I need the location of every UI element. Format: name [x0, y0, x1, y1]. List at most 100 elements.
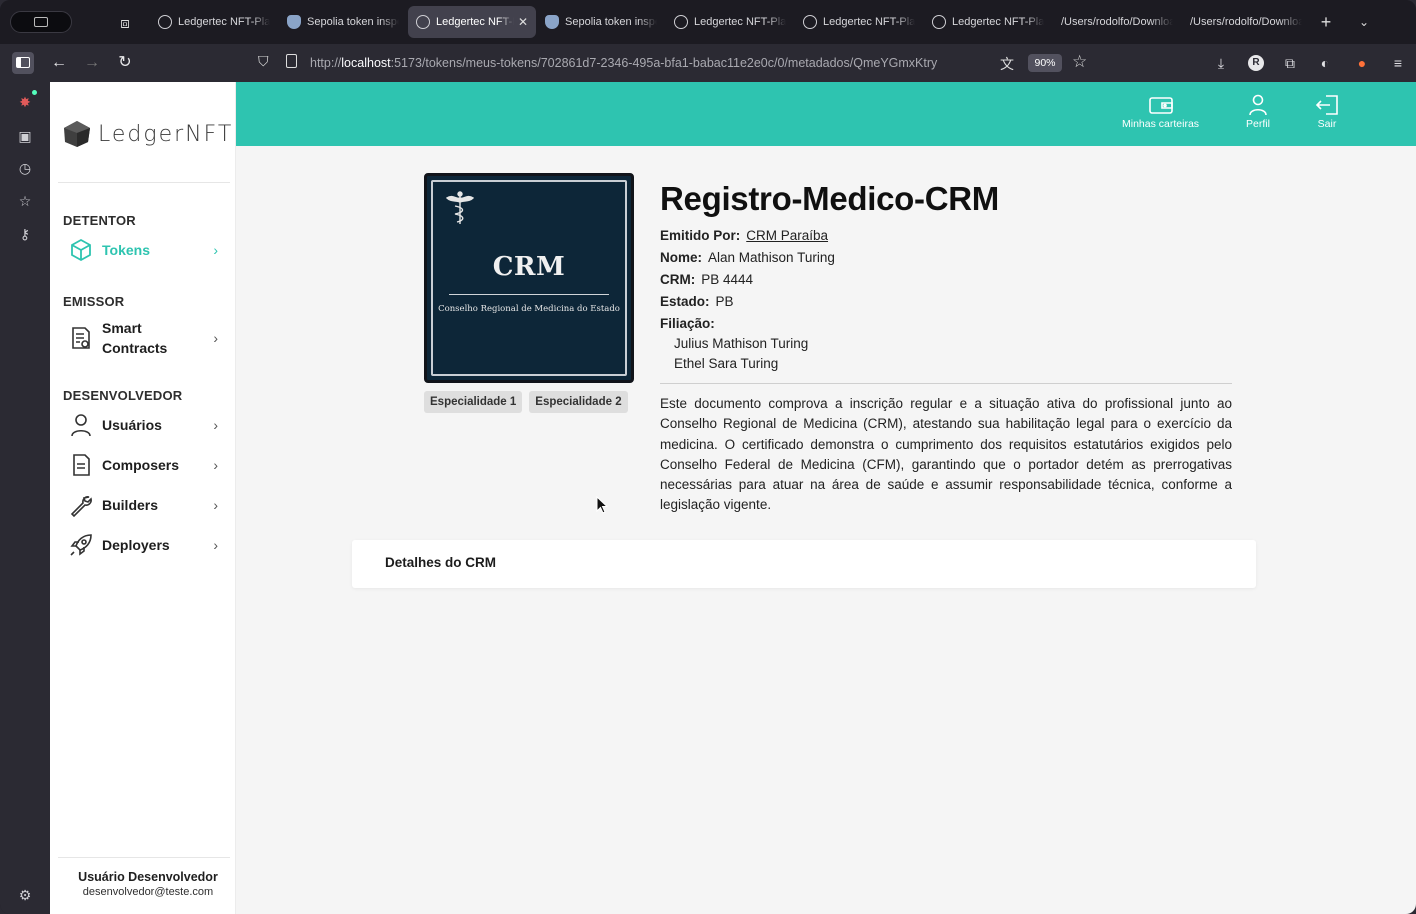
navigation-bar: ← → ↻ ⛉ http://localhost:5173/tokens/meu…: [0, 44, 1416, 82]
download-icon[interactable]: ⤓: [1211, 53, 1231, 73]
tab-title: Sepolia token inspector: [565, 16, 657, 28]
chevron-down-icon[interactable]: ⌄: [1354, 12, 1374, 32]
extensions-icon[interactable]: ⧉: [1280, 53, 1300, 73]
ledger-favicon: [158, 15, 172, 29]
ai-chat-icon[interactable]: ✸: [15, 90, 37, 112]
browser-tab[interactable]: /Users/rodolfo/Downloads: [1182, 6, 1310, 38]
field-value: PB: [715, 294, 734, 309]
details-accordion[interactable]: Detalhes do CRM: [352, 540, 1256, 588]
ledger-favicon: [674, 15, 688, 29]
specialty-tag: Especialidade 1: [424, 391, 523, 413]
chevron-right-icon: ›: [213, 242, 218, 258]
sidebar-toggle-icon[interactable]: [12, 52, 34, 74]
url-bar[interactable]: ⛉ http://localhost:5173/tokens/meus-toke…: [252, 49, 1100, 77]
sidebar-item-builders[interactable]: Builders ›: [68, 492, 218, 518]
specialty-tags: Especialidade 1 Especialidade 2: [424, 391, 635, 413]
browser-sidebar: ✸ ▣ ◷ ☆ ⚷ ⚙: [0, 82, 50, 914]
sepolia-favicon: [287, 15, 301, 29]
tab-overview-icon[interactable]: ⧈: [112, 12, 138, 34]
logo[interactable]: LedgerNFT: [62, 120, 233, 148]
browser-tab[interactable]: Sepolia token inspector: [279, 6, 407, 38]
page-icon: [286, 54, 297, 68]
state-field: Estado: PB: [660, 294, 734, 309]
passwords-icon[interactable]: ⚷: [15, 224, 35, 244]
url-host: localhost: [341, 56, 391, 70]
close-tab-icon[interactable]: ✕: [518, 15, 528, 29]
sidebar-item-smart-contracts[interactable]: Smart Contracts ›: [68, 318, 218, 358]
sidebar-item-usuarios[interactable]: Usuários ›: [68, 412, 218, 438]
caduceus-icon: [445, 191, 475, 224]
user-icon: [71, 414, 91, 437]
synced-tabs-icon[interactable]: ▣: [15, 126, 35, 146]
sidebar-pill-button[interactable]: [10, 11, 72, 33]
profile-button[interactable]: Perfil: [1246, 94, 1270, 130]
certificate-title: CRM: [492, 252, 566, 282]
details-title: Detalhes do CRM: [385, 555, 497, 570]
bookmarks-icon[interactable]: ☆: [15, 191, 35, 211]
browser-tab[interactable]: Ledgertec NFT-Plataforma: [150, 6, 278, 38]
logo-mark-icon: [64, 121, 90, 147]
browser-tab-active[interactable]: Ledgertec NFT-Plataforma ✕: [408, 6, 536, 38]
chevron-right-icon: ›: [213, 330, 218, 346]
certificate-subtitle: Conselho Regional de Medicina do Estado: [438, 304, 620, 314]
history-icon[interactable]: ◷: [15, 158, 35, 178]
sidebar-item-label: Deployers: [102, 537, 170, 553]
browser-tab[interactable]: /Users/rodolfo/Downloads: [1053, 6, 1181, 38]
user-email: desenvolvedor@teste.com: [82, 886, 214, 898]
issuer-field: Emitido Por: CRM Paraíba: [660, 228, 828, 243]
browser-tab[interactable]: Ledgertec NFT-Plataforma: [924, 6, 1052, 38]
settings-gear-icon[interactable]: ⚙: [15, 885, 35, 905]
field-value: PB 4444: [701, 272, 754, 287]
sidebar-item-label: Tokens: [102, 242, 150, 258]
profile-avatar[interactable]: R: [1248, 55, 1264, 71]
token-image[interactable]: CRM Conselho Regional de Medicina do Est…: [424, 173, 634, 383]
divider: [58, 182, 230, 183]
ledger-favicon: [416, 15, 430, 29]
app-sidebar: LedgerNFT DETENTOR Tokens › EMISSOR Smar…: [50, 82, 236, 914]
specialty-tag: Especialidade 2: [529, 391, 628, 413]
cube-icon: [71, 238, 91, 262]
account-icon[interactable]: ◐: [1315, 53, 1335, 73]
certificate-rule: [449, 294, 609, 295]
sidebar-item-tokens[interactable]: Tokens ›: [68, 238, 218, 262]
menu-icon[interactable]: ≡: [1388, 53, 1408, 73]
certificate-frame: CRM Conselho Regional de Medicina do Est…: [431, 180, 627, 376]
shield-icon[interactable]: ⛉: [258, 53, 269, 70]
ledger-favicon: [803, 15, 817, 29]
mouse-cursor-icon: [596, 496, 608, 514]
rocket-icon: [70, 534, 92, 556]
logout-button[interactable]: Sair: [1314, 94, 1340, 130]
tab-title: Ledgertec NFT-Plataforma: [178, 16, 270, 28]
top-bar: Minhas carteiras Perfil Sair: [236, 82, 1416, 146]
chevron-right-icon: ›: [213, 497, 218, 513]
url-text[interactable]: http://localhost:5173/tokens/meus-tokens…: [310, 56, 990, 70]
back-icon[interactable]: ←: [48, 52, 70, 74]
document-icon: [73, 454, 90, 476]
logout-icon: [1315, 95, 1338, 115]
issuer-link[interactable]: CRM Paraíba: [746, 228, 828, 243]
sidebar-item-deployers[interactable]: Deployers ›: [68, 532, 218, 558]
tab-title: Ledgertec NFT-Plataforma: [436, 16, 514, 28]
window-icon: [34, 17, 48, 27]
wallets-button[interactable]: Minhas carteiras: [1122, 94, 1199, 130]
token-title: Registro-Medico-CRM: [660, 180, 999, 217]
new-tab-icon[interactable]: +: [1316, 12, 1336, 32]
translate-icon[interactable]: 文: [1000, 54, 1014, 74]
browser-tab[interactable]: Ledgertec NFT-Plataforma: [795, 6, 923, 38]
token-details-page: CRM Conselho Regional de Medicina do Est…: [236, 146, 1416, 914]
logout-label: Sair: [1317, 118, 1337, 130]
zoom-badge[interactable]: 90%: [1028, 54, 1062, 72]
browser-tab[interactable]: Ledgertec NFT-Plataforma: [666, 6, 794, 38]
filiation-field: Filiação:: [660, 316, 721, 331]
divider: [58, 857, 230, 858]
chevron-right-icon: ›: [213, 417, 218, 433]
extension-fox-icon[interactable]: ●: [1352, 53, 1372, 73]
bookmark-star-icon[interactable]: ☆: [1072, 52, 1087, 72]
browser-tab[interactable]: Sepolia token inspector: [537, 6, 665, 38]
tab-title: Ledgertec NFT-Plataforma: [694, 16, 786, 28]
tab-title: Sepolia token inspector: [307, 16, 399, 28]
reload-icon[interactable]: ↻: [114, 52, 136, 74]
sidebar-item-composers[interactable]: Composers ›: [68, 452, 218, 478]
forward-icon[interactable]: →: [81, 52, 103, 74]
field-label: Emitido Por:: [660, 228, 741, 243]
